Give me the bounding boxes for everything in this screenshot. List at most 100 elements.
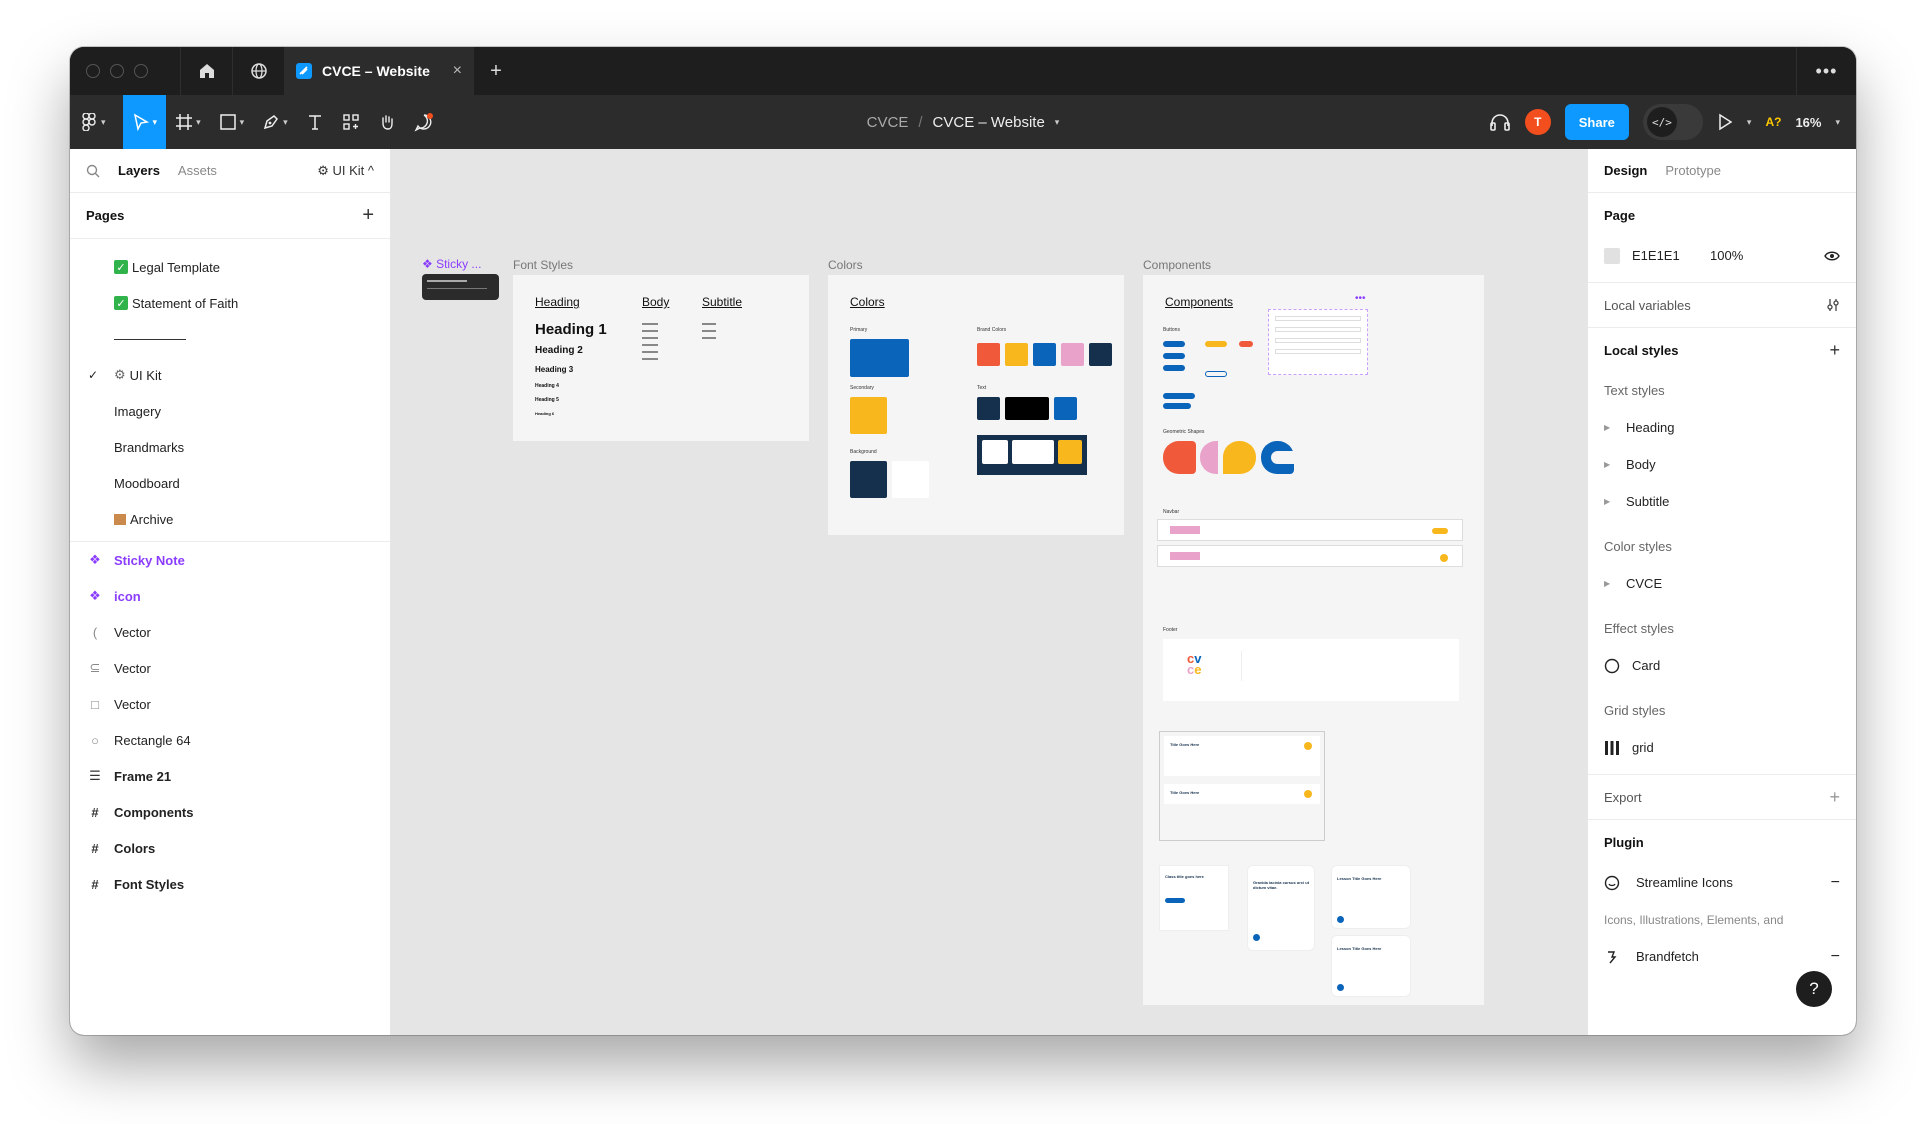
canvas[interactable]: ❖ Sticky ... Font Styles Heading Body Su… <box>391 149 1587 1035</box>
sticky-note[interactable] <box>422 274 499 300</box>
layer-row[interactable]: # Colors <box>70 830 390 866</box>
more-options-button[interactable]: ••• <box>1796 47 1856 95</box>
plugin-row-brandfetch[interactable]: Brandfetch − <box>1604 938 1840 975</box>
tab-assets[interactable]: Assets <box>178 163 217 178</box>
style-row[interactable]: grid <box>1604 729 1840 766</box>
page-item[interactable]: ✓ Statement of Faith <box>70 285 390 321</box>
file-tab[interactable]: CVCE – Website × <box>284 47 474 95</box>
components-frame[interactable]: Components Buttons ••• Geometric Shapes <box>1143 275 1484 1005</box>
zoom-level[interactable]: 16% <box>1795 115 1821 130</box>
layer-row[interactable]: ❖ Sticky Note <box>70 542 390 578</box>
chevron-down-icon[interactable]: ▾ <box>1835 117 1840 128</box>
swatch-bg-dark[interactable] <box>850 461 887 498</box>
collapse-icon[interactable]: − <box>1831 948 1840 966</box>
help-button[interactable]: ? <box>1796 971 1832 1007</box>
collapse-icon[interactable]: − <box>1831 874 1840 892</box>
page-item[interactable]: Brandmarks <box>70 429 390 465</box>
add-style-button[interactable]: + <box>1829 340 1840 361</box>
swatch-pink[interactable] <box>1061 343 1084 366</box>
swatch-yellow[interactable] <box>1005 343 1028 366</box>
swatch-bg-white[interactable] <box>892 461 929 498</box>
page-color-swatch[interactable] <box>1604 247 1620 264</box>
tab-prototype[interactable]: Prototype <box>1665 163 1721 178</box>
style-row[interactable]: ▶ Subtitle <box>1604 483 1840 520</box>
eye-icon[interactable] <box>1824 250 1840 262</box>
share-button[interactable]: Share <box>1564 104 1629 140</box>
dev-mode-toggle[interactable]: </> <box>1642 104 1703 140</box>
layer-row[interactable]: ○ Rectangle 64 <box>70 722 390 758</box>
add-export-button[interactable]: + <box>1829 787 1840 808</box>
accessibility-badge[interactable]: A? <box>1765 115 1781 129</box>
style-row[interactable]: ▶ CVCE <box>1604 565 1840 602</box>
frame-tool[interactable]: ▾ <box>166 95 210 149</box>
frame-label-sticky[interactable]: ❖ Sticky ... <box>422 257 481 271</box>
frame-label-components[interactable]: Components <box>1143 258 1211 272</box>
pen-tool[interactable]: ▾ <box>253 95 297 149</box>
layer-row[interactable]: □ Vector <box>70 686 390 722</box>
page-opacity-value[interactable]: 100% <box>1710 248 1743 263</box>
search-icon[interactable] <box>86 164 100 178</box>
font-styles-frame[interactable]: Heading Body Subtitle Heading 1 Heading … <box>513 275 809 441</box>
page-color-value[interactable]: E1E1E1 <box>1632 248 1698 263</box>
shape-blue-c[interactable] <box>1261 441 1297 474</box>
layer-row[interactable]: # Font Styles <box>70 866 390 902</box>
page-color-row[interactable]: E1E1E1 100% <box>1604 237 1840 274</box>
file-name[interactable]: CVCE – Website <box>933 114 1045 131</box>
swatch-secondary[interactable] <box>850 397 887 434</box>
layer-row[interactable]: ❖ icon <box>70 578 390 614</box>
page-item[interactable]: ✓ Legal Template <box>70 249 390 285</box>
page-item-current[interactable]: ✓ ⚙ UI Kit <box>70 357 390 393</box>
page-item[interactable]: Imagery <box>70 393 390 429</box>
swatch-primary[interactable] <box>850 339 909 377</box>
shape-orange[interactable] <box>1163 441 1196 474</box>
project-name[interactable]: CVCE <box>867 114 909 131</box>
move-tool[interactable]: ▾ <box>122 95 167 149</box>
comment-tool[interactable] <box>405 95 443 149</box>
swatch-orange[interactable] <box>977 343 1000 366</box>
community-button[interactable] <box>232 47 284 95</box>
close-tab-icon[interactable]: × <box>453 62 462 80</box>
export-row[interactable]: Export + <box>1604 775 1840 819</box>
tab-design[interactable]: Design <box>1604 163 1647 178</box>
layer-row[interactable]: (Vector <box>70 614 390 650</box>
shape-yellow[interactable] <box>1223 441 1256 474</box>
maximize-window-button[interactable] <box>134 64 148 78</box>
play-icon[interactable] <box>1717 113 1733 131</box>
shape-tool[interactable]: ▾ <box>210 95 254 149</box>
swatch-on-dark[interactable] <box>977 435 1087 475</box>
main-menu-button[interactable]: ▾ <box>70 95 115 149</box>
chevron-down-icon[interactable]: ▾ <box>1747 117 1752 128</box>
style-row[interactable]: ▶ Heading <box>1604 409 1840 446</box>
swatch-text-black[interactable] <box>1005 397 1049 420</box>
tab-layers[interactable]: Layers <box>118 163 160 178</box>
hand-tool[interactable] <box>369 95 405 149</box>
swatch-text-blue[interactable] <box>1054 397 1077 420</box>
close-window-button[interactable] <box>86 64 100 78</box>
text-tool[interactable] <box>297 95 333 149</box>
library-selector[interactable]: ⚙ UI Kit ^ <box>317 163 374 179</box>
user-avatar[interactable]: T <box>1524 109 1551 135</box>
frame-label-colors[interactable]: Colors <box>828 258 863 272</box>
sliders-icon[interactable] <box>1826 298 1840 312</box>
layer-row[interactable]: ⊆ Vector <box>70 650 390 686</box>
new-tab-button[interactable]: + <box>474 60 518 83</box>
shape-pink[interactable] <box>1200 441 1218 474</box>
add-page-button[interactable]: + <box>362 204 374 227</box>
minimize-window-button[interactable] <box>110 64 124 78</box>
page-item[interactable]: Archive <box>70 501 390 537</box>
style-row[interactable]: ▶ Body <box>1604 446 1840 483</box>
resources-tool[interactable] <box>333 95 369 149</box>
headphones-icon[interactable] <box>1489 112 1511 132</box>
local-variables-row[interactable]: Local variables <box>1604 283 1840 327</box>
swatch-navy[interactable] <box>1089 343 1112 366</box>
swatch-text-navy[interactable] <box>977 397 1000 420</box>
layer-row[interactable]: # Components <box>70 794 390 830</box>
chevron-down-icon[interactable]: ▾ <box>1055 117 1060 128</box>
style-row[interactable]: Card <box>1604 647 1840 684</box>
plugin-row-streamline[interactable]: Streamline Icons − <box>1604 864 1840 901</box>
swatch-blue[interactable] <box>1033 343 1056 366</box>
page-item[interactable]: Moodboard <box>70 465 390 501</box>
colors-frame[interactable]: Colors Primary Secondary Background Bran… <box>828 275 1124 535</box>
home-button[interactable] <box>180 47 232 95</box>
frame-label-font-styles[interactable]: Font Styles <box>513 258 573 272</box>
